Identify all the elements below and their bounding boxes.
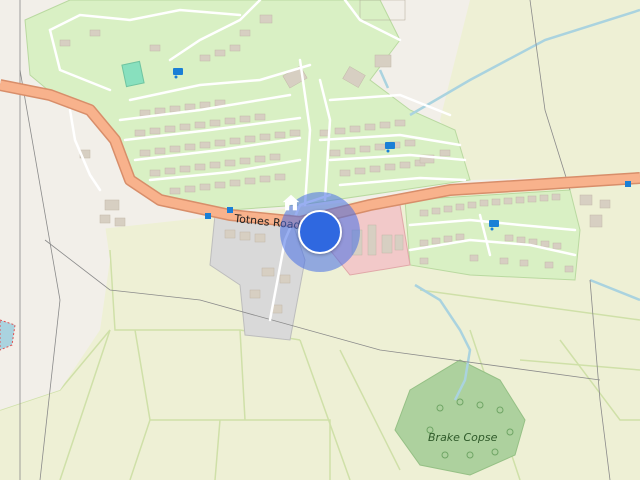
home-icon — [282, 194, 300, 211]
home-marker-button[interactable] — [282, 194, 342, 254]
farmland-area-ne — [440, 0, 640, 180]
woodland-label: Brake Copse — [428, 431, 498, 444]
sports-pitch — [121, 60, 145, 88]
map-view[interactable]: Totnes Road Brake Copse — [0, 0, 640, 480]
home-marker[interactable] — [280, 192, 360, 272]
